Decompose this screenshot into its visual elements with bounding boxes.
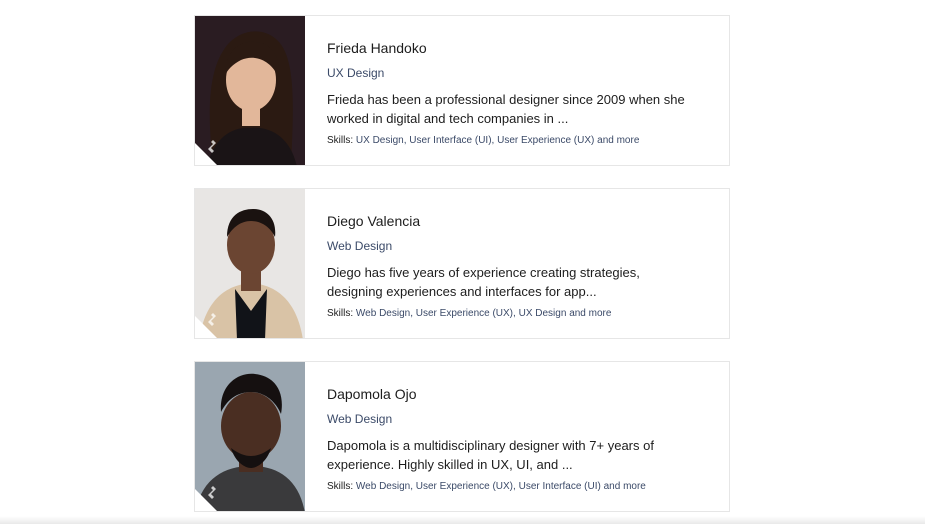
profile-card[interactable]: Diego Valencia Web Design Diego has five… [194, 188, 730, 339]
toptal-logo-icon [208, 313, 216, 326]
profile-specialty: Web Design [327, 412, 393, 426]
toptal-logo-icon [208, 486, 216, 499]
skill-tag[interactable]: User Interface (UI) [409, 135, 491, 146]
skill-tag[interactable]: User Experience (UX) [416, 308, 513, 319]
skill-tag[interactable]: User Experience (UX) [416, 481, 513, 492]
profile-name[interactable]: Frieda Handoko [327, 40, 729, 56]
skills-more-link[interactable]: and more [604, 481, 646, 492]
profile-photo[interactable] [195, 189, 305, 338]
profile-info: Diego Valencia Web Design Diego has five… [305, 189, 729, 338]
skills-label: Skills: [327, 135, 354, 146]
skill-tag[interactable]: Web Design [356, 308, 410, 319]
profile-bio: Dapomola is a multidisciplinary designer… [327, 438, 654, 472]
profile-specialty: UX Design [327, 66, 385, 80]
profile-bio: Frieda has been a professional designer … [327, 92, 685, 126]
profile-name[interactable]: Diego Valencia [327, 213, 729, 229]
skill-tag[interactable]: User Interface (UI) [519, 481, 601, 492]
profile-info: Dapomola Ojo Web Design Dapomola is a mu… [305, 362, 729, 511]
skill-tag[interactable]: User Experience (UX) [497, 135, 594, 146]
toptal-logo-icon [208, 140, 216, 153]
profile-specialty: Web Design [327, 239, 393, 253]
profile-name[interactable]: Dapomola Ojo [327, 386, 729, 402]
profile-photo[interactable] [195, 362, 305, 511]
skills-more-link[interactable]: and more [569, 308, 611, 319]
profile-card[interactable]: Frieda Handoko UX Design Frieda has been… [194, 15, 730, 166]
profile-card[interactable]: Dapomola Ojo Web Design Dapomola is a mu… [194, 361, 730, 512]
skills-label: Skills: [327, 308, 354, 319]
profile-skills: Skills: Web Design, User Experience (UX)… [327, 308, 612, 319]
talent-list: Frieda Handoko UX Design Frieda has been… [0, 0, 925, 524]
skill-tag[interactable]: Web Design [356, 481, 410, 492]
skills-more-link[interactable]: and more [597, 135, 639, 146]
skills-label: Skills: [327, 481, 354, 492]
profile-skills: Skills: Web Design, User Experience (UX)… [327, 481, 646, 492]
profile-info: Frieda Handoko UX Design Frieda has been… [305, 16, 729, 165]
bottom-edge-shadow [0, 516, 925, 524]
profile-photo[interactable] [195, 16, 305, 165]
profile-bio: Diego has five years of experience creat… [327, 265, 640, 299]
profile-skills: Skills: UX Design, User Interface (UI), … [327, 135, 640, 146]
skill-tag[interactable]: UX Design [519, 308, 567, 319]
skill-tag[interactable]: UX Design [356, 135, 404, 146]
